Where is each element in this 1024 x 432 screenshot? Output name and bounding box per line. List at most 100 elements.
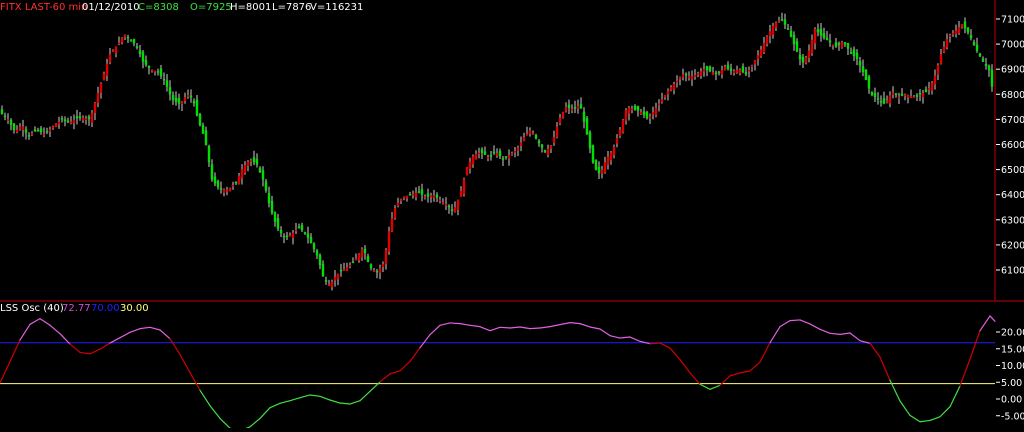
price-candle-body <box>480 149 484 153</box>
price-candle-body <box>21 126 25 130</box>
price-candle-body <box>585 117 589 135</box>
oscillator-segment <box>489 326 501 332</box>
price-candle-body <box>942 46 946 53</box>
price-candle-body <box>960 24 964 28</box>
price-candle-body <box>258 167 262 173</box>
oscillator-segment <box>479 326 491 332</box>
price-candle-body <box>6 119 10 121</box>
oscillator-segment <box>849 332 861 342</box>
price-candle-body <box>3 115 7 118</box>
price-candle-body <box>534 134 538 139</box>
oscillator-segment <box>319 395 331 401</box>
price-candle-body <box>774 22 778 28</box>
oscillator-level-low-label: 30.00 <box>120 303 149 314</box>
price-candle-body <box>438 199 442 202</box>
price-tick-label: 6500 <box>1001 165 1024 176</box>
price-candle-body <box>99 83 103 94</box>
price-candle-body <box>330 281 334 288</box>
price-candle-body <box>198 114 202 126</box>
oscillator-segment <box>949 385 961 408</box>
oscillator-name-label: LSS Osc (40) <box>0 303 64 314</box>
price-candle-body <box>255 159 259 165</box>
price-candle-body <box>516 147 520 151</box>
price-candle-body <box>372 270 376 272</box>
price-candle-body <box>96 92 100 103</box>
price-axis: 7100 7000 6900 6800 6700 6600 6500 6400 6300 6200… <box>996 15 1024 277</box>
price-candle-body <box>453 207 457 212</box>
price-candle-body <box>210 164 214 180</box>
price-candle-body <box>744 72 748 75</box>
price-candle-body <box>201 124 205 134</box>
price-candle-body <box>189 95 193 98</box>
oscillator-segment <box>469 324 481 328</box>
price-candle-body <box>306 233 310 238</box>
price-candle-body <box>186 95 190 97</box>
price-candle-body <box>174 97 178 102</box>
oscillator-segment <box>189 371 201 391</box>
price-candle-body <box>894 93 898 96</box>
price-candle-body <box>420 189 424 195</box>
price-candle-body <box>807 50 811 59</box>
price-candle-body <box>909 96 913 98</box>
price-candle-body <box>900 93 904 96</box>
price-candle-body <box>753 60 757 65</box>
price-candle-body <box>789 30 793 37</box>
price-candle-body <box>291 232 295 238</box>
price-tick-label: 6200 <box>1001 240 1024 251</box>
oscillator-segment <box>209 405 221 420</box>
price-candle-body <box>981 58 985 62</box>
price-candle-body <box>660 99 664 103</box>
price-candle-body <box>603 162 607 173</box>
price-candle-body <box>885 100 889 103</box>
price-tick-label: 6100 <box>1001 266 1024 277</box>
price-candle-body <box>240 169 244 179</box>
price-candle-body <box>936 64 940 75</box>
price-candle-body <box>297 226 301 229</box>
price-candle-body <box>324 280 328 282</box>
price-candle-body <box>180 101 184 105</box>
price-candle-body <box>69 121 73 124</box>
price-candle-body <box>729 68 733 71</box>
price-candle-body <box>132 39 136 44</box>
price-candle-body <box>135 46 139 48</box>
oscillator-segment <box>0 360 11 384</box>
price-candle-body <box>816 29 820 33</box>
price-candle-body <box>15 129 19 133</box>
price-candle-body <box>747 69 751 72</box>
price-candle-body <box>738 69 742 74</box>
oscillator-segment <box>549 324 561 328</box>
price-candle-body <box>870 91 874 96</box>
price-candle-body <box>771 25 775 35</box>
price-candle-body <box>867 76 871 89</box>
oscillator-segment <box>379 373 391 383</box>
price-candle-body <box>678 77 682 80</box>
oscillator-segment <box>39 318 51 326</box>
price-candle-body <box>645 111 649 119</box>
oscillator-segment <box>909 414 921 423</box>
price-candle-body <box>471 156 475 165</box>
price-candle-body <box>222 189 226 193</box>
price-candle-body <box>564 106 568 112</box>
price-candle-body <box>327 284 331 286</box>
price-candle-body <box>36 130 40 132</box>
price-candle-body <box>888 95 892 104</box>
price-candle-body <box>834 42 838 47</box>
price-candle-body <box>339 269 343 272</box>
price-candle-body <box>105 63 109 77</box>
price-candle-body <box>780 19 784 21</box>
price-candle-body <box>786 28 790 30</box>
price-candle-body <box>33 129 37 132</box>
price-candle-body <box>162 78 166 81</box>
price-candle-body <box>60 118 64 120</box>
oscillator-segment <box>509 326 521 329</box>
price-candle-body <box>315 250 319 256</box>
price-candle-body <box>597 167 601 174</box>
price-candle-body <box>951 32 955 35</box>
price-candle-body <box>27 135 31 137</box>
oscillator-segment <box>299 394 311 399</box>
price-candle-body <box>837 43 841 45</box>
price-candle-body <box>309 236 313 244</box>
oscillator-segment <box>899 400 911 417</box>
price-candle-body <box>861 66 865 73</box>
price-candle-body <box>411 193 415 196</box>
